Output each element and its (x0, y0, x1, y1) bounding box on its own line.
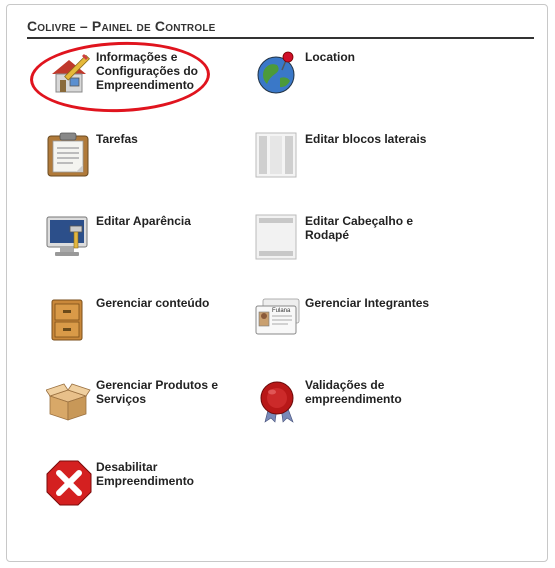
item-label: Tarefas (96, 132, 138, 146)
item-gerenciar-produtos-servicos[interactable]: Gerenciar Produtos e Serviços (46, 378, 236, 438)
house-pencil-icon (46, 50, 92, 96)
item-label: Validações de empreendimento (305, 378, 402, 406)
item-label: Editar Cabeçalho e Rodapé (305, 214, 414, 242)
item-label: Gerenciar Integrantes (305, 296, 430, 310)
id-card-name: Fulana (272, 308, 291, 314)
cabinet-icon (46, 296, 92, 342)
id-cards-icon: Fulana (255, 296, 301, 342)
item-location[interactable]: Location (255, 50, 445, 110)
red-x-icon (46, 460, 92, 506)
item-desabilitar-empreendimento[interactable]: Desabilitar Empreendimento (46, 460, 236, 520)
title-divider (27, 37, 534, 39)
item-tarefas[interactable]: Tarefas (46, 132, 236, 192)
item-editar-blocos-laterais[interactable]: Editar blocos laterais (255, 132, 445, 192)
item-validacoes-empreendimento[interactable]: Validações de empreendimento (255, 378, 445, 438)
open-box-icon (46, 378, 92, 424)
header-footer-icon (255, 214, 301, 260)
item-label: Gerenciar conteúdo (96, 296, 210, 310)
clipboard-icon (46, 132, 92, 178)
item-label: Informações e Configurações do Empreendi… (96, 50, 199, 92)
wax-seal-icon (255, 378, 301, 424)
item-label: Location (305, 50, 355, 64)
globe-pin-icon (255, 50, 301, 96)
monitor-paint-icon (46, 214, 92, 260)
item-label: Editar blocos laterais (305, 132, 427, 146)
item-informacoes-configuracoes[interactable]: Informações e Configurações do Empreendi… (46, 50, 236, 110)
side-blocks-icon (255, 132, 301, 178)
item-gerenciar-conteudo[interactable]: Gerenciar conteúdo (46, 296, 236, 356)
item-label: Gerenciar Produtos e Serviços (96, 378, 219, 406)
item-editar-aparencia[interactable]: Editar Aparência (46, 214, 236, 274)
panel-title: Colivre – Painel de Controle (27, 18, 216, 34)
item-editar-cabecalho-rodape[interactable]: Editar Cabeçalho e Rodapé (255, 214, 445, 274)
item-gerenciar-integrantes[interactable]: Fulana Gerenciar Integrantes (255, 296, 445, 356)
item-label: Desabilitar Empreendimento (96, 460, 195, 488)
item-label: Editar Aparência (96, 214, 191, 228)
